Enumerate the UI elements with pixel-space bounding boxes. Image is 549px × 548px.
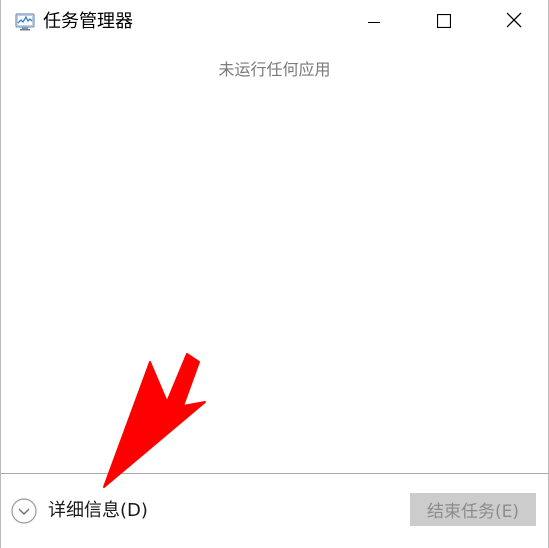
no-apps-message: 未运行任何应用 bbox=[218, 60, 331, 79]
maximize-icon bbox=[436, 13, 452, 32]
details-toggle[interactable]: 详细信息(D) bbox=[11, 494, 148, 528]
chevron-down-circle-icon bbox=[11, 498, 37, 524]
title-bar[interactable]: 任务管理器 bbox=[1, 0, 548, 44]
footer-divider bbox=[1, 473, 548, 474]
window-title: 任务管理器 bbox=[43, 11, 133, 32]
arrow-shape bbox=[103, 353, 206, 488]
maximize-button[interactable] bbox=[409, 0, 479, 44]
minimize-icon bbox=[368, 13, 380, 32]
red-arrow-annotation bbox=[103, 353, 206, 488]
task-manager-window: 任务管理器 未运行任何应用 详细信息(D) 结束任务(E) bbox=[0, 0, 549, 548]
end-task-button[interactable]: 结束任务(E) bbox=[410, 493, 536, 526]
minimize-button[interactable] bbox=[339, 0, 409, 44]
close-button[interactable] bbox=[479, 0, 548, 44]
details-label: 详细信息(D) bbox=[48, 500, 148, 521]
task-manager-icon bbox=[15, 12, 35, 32]
close-icon bbox=[506, 12, 522, 32]
